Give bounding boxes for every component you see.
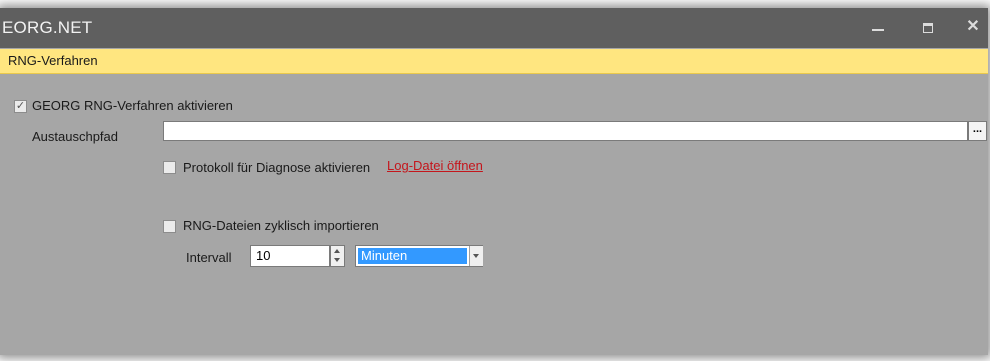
interval-input[interactable]: 10: [250, 245, 330, 267]
browse-button[interactable]: ...: [968, 121, 987, 141]
window-close-icon: ✕: [966, 18, 980, 35]
exchange-path-input[interactable]: [163, 121, 968, 141]
diagnostics-log-checkbox[interactable]: [163, 161, 176, 174]
interval-stepper[interactable]: [330, 245, 345, 267]
window-maximize-icon: [923, 23, 933, 33]
interval-label: Intervall: [186, 250, 232, 265]
maximize-button[interactable]: [916, 16, 940, 38]
exchange-path-label: Austauschpfad: [32, 129, 119, 144]
minimize-button[interactable]: [866, 16, 890, 38]
cyclic-import-label: RNG-Dateien zyklisch importieren: [183, 218, 379, 233]
dropdown-arrow-button[interactable]: [469, 246, 483, 266]
interval-unit-value: Minuten: [358, 248, 467, 264]
enable-rng-checkbox[interactable]: ✓: [14, 100, 27, 113]
close-button[interactable]: ✕: [961, 16, 985, 38]
diagnostics-log-label: Protokoll für Diagnose aktivieren: [183, 160, 371, 175]
spin-down-icon[interactable]: [334, 258, 340, 262]
dropdown-arrow-icon: [473, 254, 479, 258]
title-bar[interactable]: EORG.NET ✕: [0, 8, 988, 48]
enable-rng-label: GEORG RNG-Verfahren aktivieren: [32, 98, 233, 113]
open-log-link[interactable]: Log-Datei öffnen: [387, 158, 483, 173]
window-title: EORG.NET: [2, 18, 93, 37]
spin-up-icon[interactable]: [334, 249, 340, 253]
interval-unit-select[interactable]: Minuten: [355, 245, 483, 267]
section-title: RNG-Verfahren: [8, 53, 98, 68]
window-minimize-icon: [872, 29, 884, 31]
settings-window: EORG.NET ✕ RNG-Verfahren ✓ GEORG RNG-Ver…: [0, 8, 988, 355]
cyclic-import-checkbox[interactable]: [163, 220, 176, 233]
section-header: RNG-Verfahren: [0, 49, 988, 74]
checkmark-icon: ✓: [15, 100, 26, 112]
